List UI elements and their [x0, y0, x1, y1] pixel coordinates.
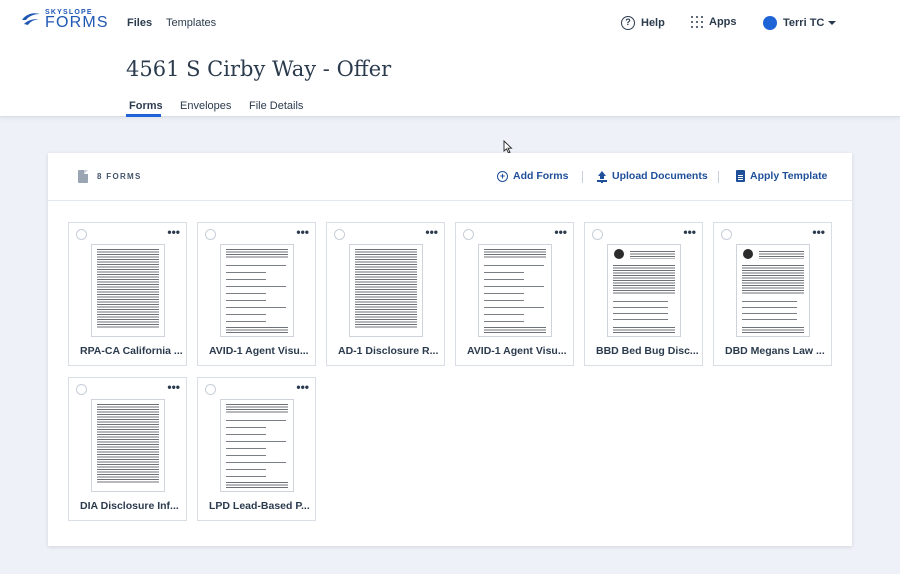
forms-panel: 8 FORMS + Add Forms Upload Documents App…: [48, 153, 852, 546]
form-card[interactable]: ••• DIA Disclosure Inf...: [68, 377, 187, 521]
mouse-cursor-icon: [503, 140, 513, 154]
logo-big-text: FORMS: [45, 14, 109, 31]
page-title: 4561 S Cirby Way - Offer: [126, 57, 392, 81]
divider: [718, 171, 719, 183]
select-radio[interactable]: [592, 229, 603, 240]
more-options-icon[interactable]: •••: [167, 380, 180, 394]
upload-icon: [597, 170, 607, 182]
form-thumbnail[interactable]: [478, 244, 552, 337]
form-card-label[interactable]: AVID-1 Agent Visu...: [467, 345, 567, 357]
form-card[interactable]: ••• AD-1 Disclosure R...: [326, 222, 445, 366]
active-tab-indicator: [126, 114, 161, 117]
tab-file-details[interactable]: File Details: [249, 100, 303, 112]
user-menu[interactable]: Terri TC: [763, 16, 837, 30]
more-options-icon[interactable]: •••: [296, 225, 309, 239]
form-thumbnail[interactable]: [349, 244, 423, 337]
form-card-label[interactable]: AVID-1 Agent Visu...: [209, 345, 309, 357]
forms-count: 8 FORMS: [97, 172, 142, 181]
add-forms-label: Add Forms: [513, 170, 569, 182]
document-icon: [78, 170, 88, 183]
more-options-icon[interactable]: •••: [167, 225, 180, 239]
upload-documents-label: Upload Documents: [612, 170, 708, 182]
more-options-icon[interactable]: •••: [683, 225, 696, 239]
avatar: [763, 16, 777, 30]
form-card[interactable]: ••• AVID-1 Agent Visu...: [197, 222, 316, 366]
nav-templates[interactable]: Templates: [166, 17, 216, 29]
more-options-icon[interactable]: •••: [812, 225, 825, 239]
select-radio[interactable]: [205, 229, 216, 240]
more-options-icon[interactable]: •••: [554, 225, 567, 239]
select-radio[interactable]: [721, 229, 732, 240]
chevron-down-icon: [828, 21, 837, 25]
user-name: Terri TC: [783, 17, 825, 29]
nav-files[interactable]: Files: [127, 17, 152, 29]
apps-grid-icon: [691, 16, 703, 28]
skyslope-logo-mark-icon: [22, 13, 40, 25]
form-thumbnail[interactable]: [736, 244, 810, 337]
forms-panel-header: 8 FORMS + Add Forms Upload Documents App…: [48, 153, 852, 201]
form-thumbnail[interactable]: [607, 244, 681, 337]
tab-forms[interactable]: Forms: [129, 100, 163, 112]
form-card-label[interactable]: BBD Bed Bug Disc...: [596, 345, 699, 357]
form-card-label[interactable]: DIA Disclosure Inf...: [80, 500, 179, 512]
form-card-label[interactable]: LPD Lead-Based P...: [209, 500, 310, 512]
apply-template-button[interactable]: Apply Template: [736, 170, 827, 182]
upload-documents-button[interactable]: Upload Documents: [597, 170, 708, 182]
form-thumbnail[interactable]: [220, 399, 294, 492]
select-radio[interactable]: [205, 384, 216, 395]
page-header: 4561 S Cirby Way - Offer Forms Envelopes…: [0, 46, 900, 117]
select-radio[interactable]: [76, 229, 87, 240]
form-card[interactable]: ••• BBD Bed Bug Disc...: [584, 222, 703, 366]
add-forms-button[interactable]: + Add Forms: [497, 170, 568, 182]
select-radio[interactable]: [463, 229, 474, 240]
form-card[interactable]: ••• DBD Megans Law ...: [713, 222, 832, 366]
form-card[interactable]: ••• AVID-1 Agent Visu...: [455, 222, 574, 366]
select-radio[interactable]: [76, 384, 87, 395]
tab-envelopes[interactable]: Envelopes: [180, 100, 231, 112]
help-icon: ?: [621, 16, 635, 30]
more-options-icon[interactable]: •••: [296, 380, 309, 394]
apply-template-label: Apply Template: [750, 170, 828, 182]
apps-label: Apps: [709, 16, 737, 28]
form-card-label[interactable]: DBD Megans Law ...: [725, 345, 825, 357]
more-options-icon[interactable]: •••: [425, 225, 438, 239]
help-label: Help: [641, 17, 665, 29]
top-navbar: SKYSLOPE FORMS Files Templates ? Help Ap…: [0, 0, 900, 46]
form-card[interactable]: ••• LPD Lead-Based P...: [197, 377, 316, 521]
form-card-label[interactable]: RPA-CA California ...: [80, 345, 183, 357]
help-button[interactable]: ? Help: [621, 16, 665, 30]
form-card[interactable]: ••• RPA-CA California ...: [68, 222, 187, 366]
divider: [582, 171, 583, 183]
apps-button[interactable]: Apps: [691, 16, 737, 28]
add-circle-icon: +: [497, 170, 508, 182]
form-thumbnail[interactable]: [220, 244, 294, 337]
select-radio[interactable]: [334, 229, 345, 240]
form-thumbnail[interactable]: [91, 244, 165, 337]
form-thumbnail[interactable]: [91, 399, 165, 492]
skyslope-forms-logo[interactable]: SKYSLOPE FORMS: [20, 9, 108, 31]
form-card-label[interactable]: AD-1 Disclosure R...: [338, 345, 438, 357]
template-doc-icon: [736, 170, 745, 182]
